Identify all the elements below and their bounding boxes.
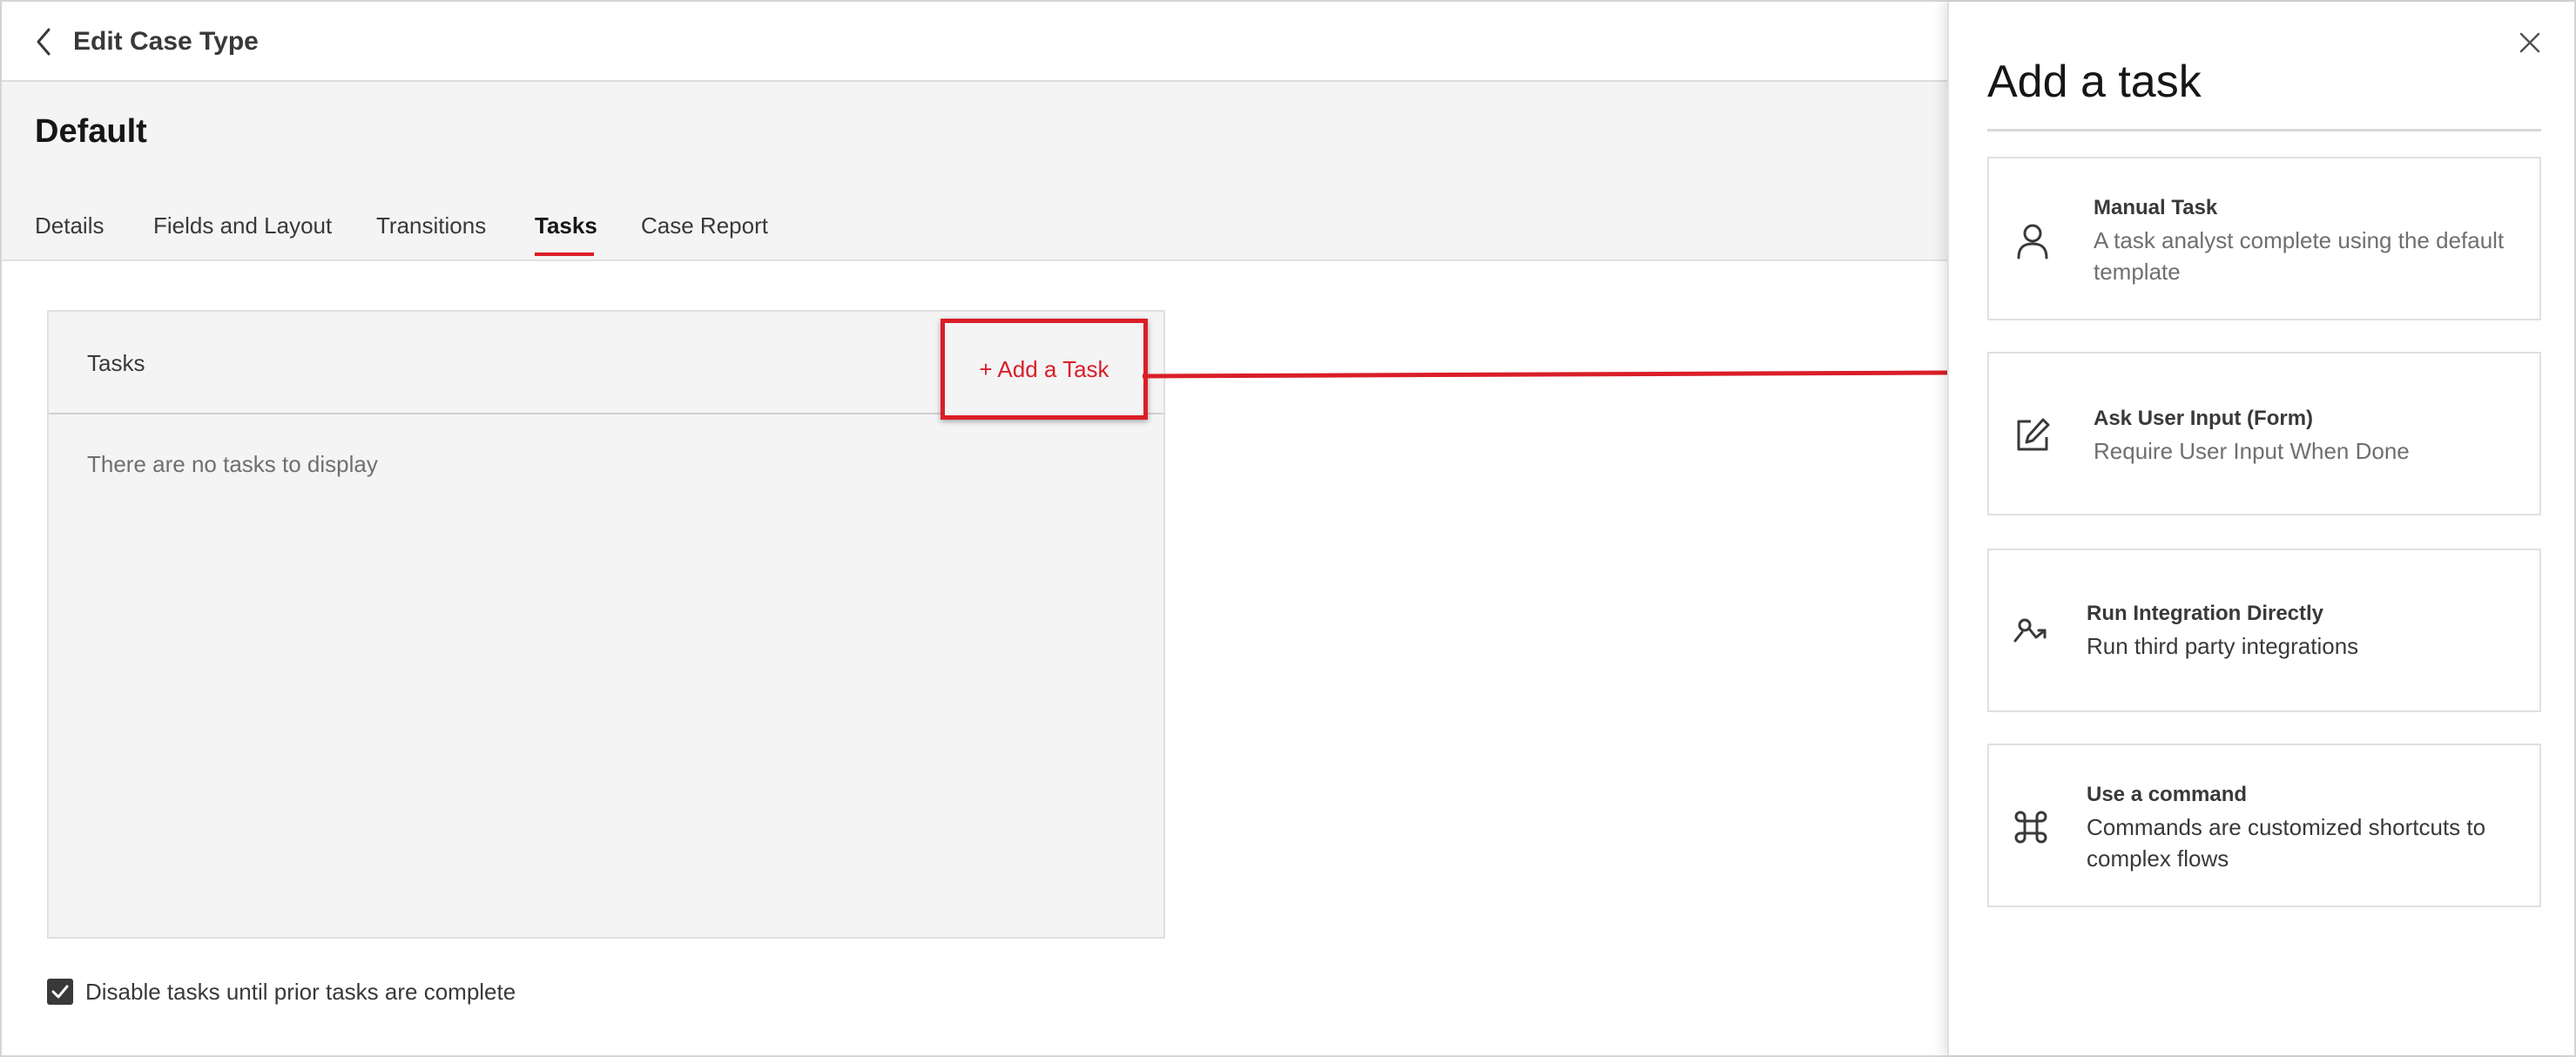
add-task-button[interactable]: + Add a Task xyxy=(941,319,1148,420)
tasks-panel: Tasks + Add a Task There are no tasks to… xyxy=(47,310,1165,939)
option-description: Commands are customized shortcuts to com… xyxy=(2087,814,2486,872)
case-type-title: Default xyxy=(35,113,147,150)
integration-icon xyxy=(2010,611,2052,653)
tab-details[interactable]: Details xyxy=(35,211,104,240)
disable-tasks-checkbox[interactable] xyxy=(47,979,73,1005)
side-panel-title: Add a task xyxy=(1987,57,2202,107)
user-icon xyxy=(2012,219,2053,261)
option-use-command[interactable]: Use a command Commands are customized sh… xyxy=(1987,744,2541,907)
option-title: Run Integration Directly xyxy=(2087,602,2324,625)
tab-tasks[interactable]: Tasks xyxy=(535,211,597,240)
option-description: Require User Input When Done xyxy=(2094,438,2410,464)
checkmark-icon xyxy=(51,985,69,999)
active-tab-indicator xyxy=(535,252,594,256)
chevron-left-icon[interactable] xyxy=(31,26,57,57)
add-task-side-panel: Add a task Manual Task A task analyst co… xyxy=(1947,2,2574,1055)
tasks-panel-header: Tasks + Add a Task xyxy=(49,312,1163,420)
empty-tasks-message: There are no tasks to display xyxy=(87,451,378,477)
case-header: Default Details Fields and Layout Transi… xyxy=(2,84,1949,261)
option-description: Run third party integrations xyxy=(2087,633,2359,659)
top-bar: Edit Case Type xyxy=(2,2,1949,82)
tab-case-report[interactable]: Case Report xyxy=(641,211,768,240)
option-ask-user-input[interactable]: Ask User Input (Form) Require User Input… xyxy=(1987,352,2541,515)
option-title: Use a command xyxy=(2087,783,2248,806)
annotation-arrow xyxy=(1143,364,1970,381)
disable-tasks-label: Disable tasks until prior tasks are comp… xyxy=(85,979,516,1005)
page-title: Edit Case Type xyxy=(73,27,259,56)
tasks-panel-label: Tasks xyxy=(87,350,145,376)
option-description: A task analyst complete using the defaul… xyxy=(2094,227,2505,285)
tab-fields-and-layout[interactable]: Fields and Layout xyxy=(153,211,332,240)
option-title: Ask User Input (Form) xyxy=(2094,407,2314,430)
side-panel-divider xyxy=(1987,129,2541,131)
command-icon xyxy=(2010,806,2052,848)
edit-form-icon xyxy=(2012,414,2053,456)
option-run-integration[interactable]: Run Integration Directly Run third party… xyxy=(1987,549,2541,712)
option-title: Manual Task xyxy=(2094,196,2218,219)
option-manual-task[interactable]: Manual Task A task analyst complete usin… xyxy=(1987,157,2541,320)
tab-transitions[interactable]: Transitions xyxy=(376,211,486,240)
close-icon[interactable] xyxy=(2519,31,2541,54)
